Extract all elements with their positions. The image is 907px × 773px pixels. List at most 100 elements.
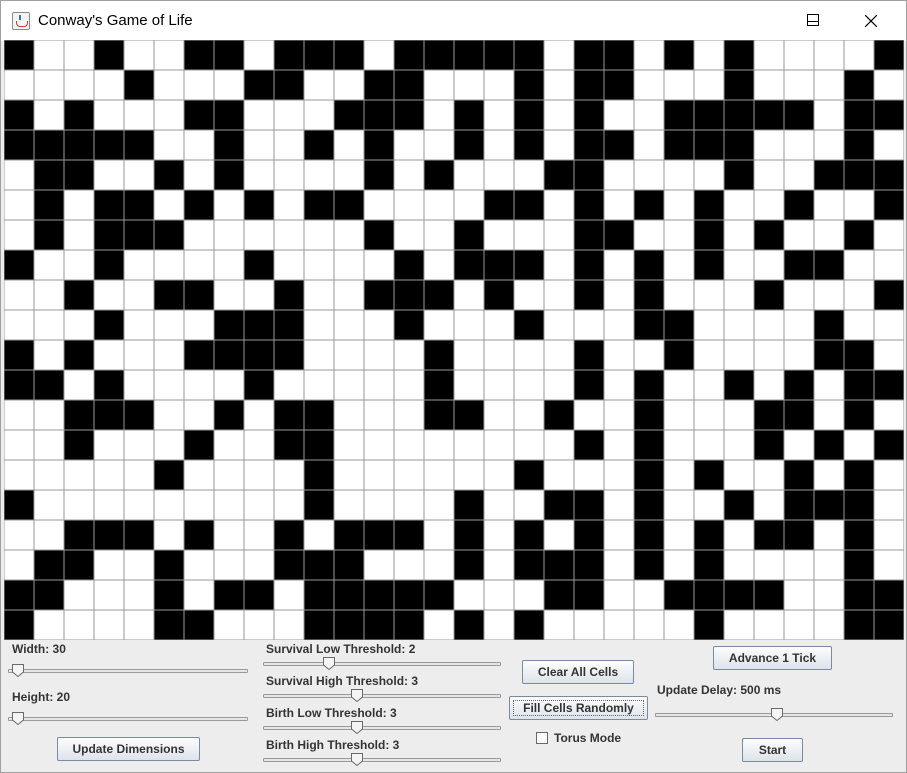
cell-dead[interactable]	[604, 550, 634, 580]
cell-dead[interactable]	[784, 160, 814, 190]
cell-dead[interactable]	[244, 460, 274, 490]
cell-alive[interactable]	[274, 550, 304, 580]
cell-alive[interactable]	[514, 70, 544, 100]
cell-alive[interactable]	[364, 70, 394, 100]
slider-thumb[interactable]	[771, 708, 783, 722]
cell-alive[interactable]	[454, 400, 484, 430]
cell-dead[interactable]	[34, 400, 64, 430]
cell-alive[interactable]	[214, 580, 244, 610]
cell-dead[interactable]	[634, 580, 664, 610]
cell-alive[interactable]	[544, 490, 574, 520]
clear-all-cells-button[interactable]: Clear All Cells	[522, 660, 634, 684]
cell-alive[interactable]	[4, 370, 34, 400]
cell-dead[interactable]	[424, 130, 454, 160]
life-grid[interactable]	[4, 40, 904, 640]
cell-dead[interactable]	[304, 310, 334, 340]
cell-dead[interactable]	[664, 430, 694, 460]
cell-dead[interactable]	[274, 220, 304, 250]
cell-dead[interactable]	[544, 340, 574, 370]
cell-dead[interactable]	[664, 490, 694, 520]
cell-dead[interactable]	[214, 610, 244, 640]
cell-dead[interactable]	[604, 340, 634, 370]
cell-alive[interactable]	[454, 520, 484, 550]
cell-alive[interactable]	[274, 400, 304, 430]
cell-alive[interactable]	[844, 550, 874, 580]
cell-dead[interactable]	[754, 130, 784, 160]
cell-dead[interactable]	[364, 460, 394, 490]
cell-alive[interactable]	[514, 550, 544, 580]
cell-dead[interactable]	[154, 250, 184, 280]
cell-dead[interactable]	[484, 220, 514, 250]
cell-alive[interactable]	[784, 190, 814, 220]
cell-dead[interactable]	[304, 520, 334, 550]
cell-dead[interactable]	[34, 430, 64, 460]
cell-alive[interactable]	[184, 280, 214, 310]
cell-dead[interactable]	[4, 220, 34, 250]
cell-dead[interactable]	[814, 580, 844, 610]
cell-alive[interactable]	[154, 280, 184, 310]
cell-dead[interactable]	[184, 400, 214, 430]
cell-dead[interactable]	[274, 160, 304, 190]
cell-alive[interactable]	[454, 130, 484, 160]
survival-high-slider[interactable]	[263, 689, 501, 703]
cell-dead[interactable]	[244, 400, 274, 430]
cell-dead[interactable]	[724, 460, 754, 490]
cell-dead[interactable]	[364, 190, 394, 220]
cell-dead[interactable]	[814, 100, 844, 130]
cell-dead[interactable]	[94, 490, 124, 520]
cell-dead[interactable]	[454, 460, 484, 490]
cell-dead[interactable]	[214, 460, 244, 490]
cell-dead[interactable]	[484, 580, 514, 610]
cell-alive[interactable]	[394, 250, 424, 280]
cell-dead[interactable]	[814, 520, 844, 550]
cell-dead[interactable]	[664, 70, 694, 100]
cell-alive[interactable]	[874, 610, 904, 640]
cell-dead[interactable]	[64, 40, 94, 70]
cell-dead[interactable]	[244, 220, 274, 250]
cell-dead[interactable]	[184, 490, 214, 520]
cell-alive[interactable]	[514, 460, 544, 490]
cell-dead[interactable]	[484, 520, 514, 550]
cell-dead[interactable]	[64, 490, 94, 520]
cell-dead[interactable]	[394, 130, 424, 160]
cell-alive[interactable]	[124, 520, 154, 550]
cell-dead[interactable]	[214, 520, 244, 550]
cell-dead[interactable]	[604, 430, 634, 460]
cell-dead[interactable]	[64, 610, 94, 640]
cell-dead[interactable]	[184, 310, 214, 340]
update-dimensions-button[interactable]: Update Dimensions	[57, 737, 200, 761]
cell-dead[interactable]	[154, 100, 184, 130]
cell-dead[interactable]	[754, 190, 784, 220]
cell-alive[interactable]	[634, 190, 664, 220]
cell-dead[interactable]	[94, 580, 124, 610]
cell-dead[interactable]	[4, 520, 34, 550]
cell-dead[interactable]	[814, 190, 844, 220]
cell-alive[interactable]	[4, 130, 34, 160]
cell-alive[interactable]	[4, 250, 34, 280]
slider-thumb[interactable]	[351, 753, 363, 767]
cell-dead[interactable]	[334, 280, 364, 310]
cell-alive[interactable]	[664, 580, 694, 610]
cell-dead[interactable]	[334, 160, 364, 190]
cell-alive[interactable]	[634, 400, 664, 430]
cell-alive[interactable]	[514, 190, 544, 220]
cell-alive[interactable]	[94, 400, 124, 430]
cell-alive[interactable]	[124, 220, 154, 250]
cell-dead[interactable]	[94, 70, 124, 100]
cell-dead[interactable]	[604, 610, 634, 640]
cell-dead[interactable]	[124, 490, 154, 520]
cell-dead[interactable]	[304, 100, 334, 130]
cell-alive[interactable]	[514, 520, 544, 550]
cell-dead[interactable]	[394, 550, 424, 580]
cell-alive[interactable]	[64, 130, 94, 160]
cell-dead[interactable]	[664, 220, 694, 250]
cell-alive[interactable]	[814, 430, 844, 460]
cell-alive[interactable]	[304, 130, 334, 160]
cell-dead[interactable]	[94, 160, 124, 190]
cell-dead[interactable]	[334, 130, 364, 160]
cell-alive[interactable]	[244, 580, 274, 610]
cell-dead[interactable]	[484, 430, 514, 460]
cell-dead[interactable]	[604, 460, 634, 490]
cell-dead[interactable]	[544, 610, 574, 640]
cell-alive[interactable]	[454, 40, 484, 70]
